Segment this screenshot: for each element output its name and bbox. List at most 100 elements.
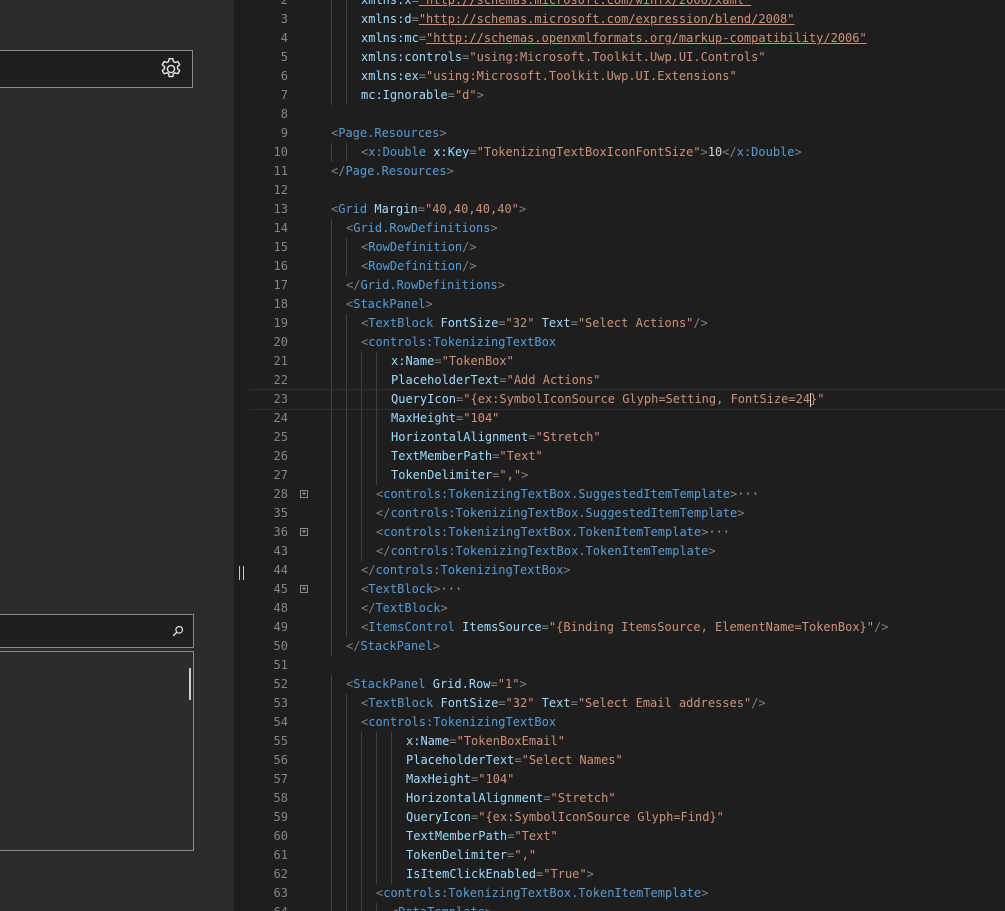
code-line[interactable]: 52 <StackPanel Grid.Row="1"> — [250, 675, 1005, 694]
code-line[interactable]: 17 </Grid.RowDefinitions> — [250, 276, 1005, 295]
code-text: <controls:TokenizingTextBox.TokenItemTem… — [376, 523, 730, 542]
indent-guide — [361, 542, 362, 561]
code-line[interactable]: 28 + <controls:TokenizingTextBox.Suggested… — [250, 485, 1005, 504]
indent-guide — [361, 865, 362, 884]
indent-guide — [331, 694, 332, 713]
line-number: 50 — [273, 639, 288, 653]
code-token-attr: HorizontalAlignment — [406, 791, 544, 805]
code-line[interactable]: 64 <DataTemplate> — [250, 903, 1005, 911]
code-line[interactable]: 56 PlaceholderText="Select Names" — [250, 751, 1005, 770]
code-token-bracket: = — [469, 145, 477, 159]
code-line[interactable]: 55 x:Name="TokenBoxEmail" — [250, 732, 1005, 751]
code-line[interactable]: 51 — [250, 656, 1005, 675]
code-line[interactable]: 61 TokenDelimiter="," — [250, 846, 1005, 865]
code-line[interactable]: 35 </controls:TokenizingTextBox.Suggested… — [250, 504, 1005, 523]
code-line[interactable]: 24 MaxHeight="104" — [250, 409, 1005, 428]
splitter-grip-icon[interactable] — [239, 566, 244, 580]
code-line[interactable]: 60 TextMemberPath="Text" — [250, 827, 1005, 846]
indent-guide — [361, 808, 362, 827]
code-line[interactable]: 3 xmlns:d="http://schemas.microsoft.com/e… — [250, 10, 1005, 29]
code-line[interactable]: 15 <RowDefinition/> — [250, 238, 1005, 257]
code-text: <Page.Resources> — [331, 124, 447, 143]
code-token-val: "32" — [505, 696, 535, 710]
suggestion-scrollbar[interactable] — [189, 668, 191, 700]
actions-tokenizing-textbox[interactable] — [0, 50, 193, 88]
line-number: 54 — [273, 715, 288, 729]
code-line[interactable]: 49 <ItemsControl ItemsSource="{Binding It… — [250, 618, 1005, 637]
indent-guide — [346, 428, 347, 447]
settings-icon[interactable] — [158, 56, 184, 82]
code-line[interactable]: 14 <Grid.RowDefinitions> — [250, 219, 1005, 238]
code-line[interactable]: 13 <Grid Margin="40,40,40,40"> — [250, 200, 1005, 219]
code-line[interactable]: 44 </controls:TokenizingTextBox> — [250, 561, 1005, 580]
code-line[interactable]: 36 + <controls:TokenizingTextBox.TokenItem… — [250, 523, 1005, 542]
code-line[interactable]: 5 xmlns:controls="using:Microsoft.Toolkit… — [250, 48, 1005, 67]
code-line[interactable]: 45 + <TextBlock>··· — [250, 580, 1005, 599]
code-token-tag: controls:TokenizingTextBox — [368, 715, 557, 729]
indent-guide — [331, 770, 332, 789]
code-text: PlaceholderText="Add Actions" — [391, 371, 601, 390]
email-tokenizing-textbox[interactable] — [0, 614, 194, 648]
indent-guide — [346, 903, 347, 911]
code-line[interactable]: 48 </TextBlock> — [250, 599, 1005, 618]
code-line[interactable]: 2 xmlns:x="http://schemas.microsoft.com/w… — [250, 0, 1005, 10]
code-token-attr: IsItemClickEnabled — [406, 867, 537, 881]
code-line[interactable]: 54 <controls:TokenizingTextBox — [250, 713, 1005, 732]
expand-fold-icon[interactable]: + — [300, 490, 308, 498]
code-line[interactable]: 26 TextMemberPath="Text" — [250, 447, 1005, 466]
code-line[interactable]: 4 xmlns:mc="http://schemas.openxmlformats… — [250, 29, 1005, 48]
indent-guide — [376, 428, 377, 447]
code-line[interactable]: 25 HorizontalAlignment="Stretch" — [250, 428, 1005, 447]
code-token-tag: x:Double — [368, 145, 427, 159]
suggestion-list[interactable] — [0, 651, 194, 851]
line-number: 43 — [273, 544, 288, 558]
code-line[interactable]: 20 <controls:TokenizingTextBox — [250, 333, 1005, 352]
code-token-bracket: /> — [874, 620, 889, 634]
code-line[interactable]: 58 HorizontalAlignment="Stretch" — [250, 789, 1005, 808]
code-line[interactable]: 53 <TextBlock FontSize="32" Text="Select … — [250, 694, 1005, 713]
code-line[interactable]: 43 </controls:TokenizingTextBox.TokenItem… — [250, 542, 1005, 561]
code-line[interactable]: 21 x:Name="TokenBox" — [250, 352, 1005, 371]
code-token-attr: Text — [541, 696, 571, 710]
code-line[interactable]: 63 <controls:TokenizingTextBox.TokenItemT… — [250, 884, 1005, 903]
code-token-bracket: > — [497, 278, 505, 292]
code-line[interactable]: 22 PlaceholderText="Add Actions" — [250, 371, 1005, 390]
code-line[interactable]: 23 QueryIcon="{ex:SymbolIconSource Glyph=… — [250, 389, 1005, 410]
indent-guide — [361, 846, 362, 865]
code-line[interactable]: 9 <Page.Resources> — [250, 124, 1005, 143]
code-line[interactable]: 16 <RowDefinition/> — [250, 257, 1005, 276]
pane-splitter[interactable] — [234, 0, 250, 911]
code-text: HorizontalAlignment="Stretch" — [406, 789, 616, 808]
code-line[interactable]: 50 </StackPanel> — [250, 637, 1005, 656]
code-line[interactable]: 62 IsItemClickEnabled="True"> — [250, 865, 1005, 884]
line-number: 35 — [273, 506, 288, 520]
xaml-code-editor[interactable]: 2 xmlns:x="http://schemas.microsoft.com/w… — [250, 0, 1005, 911]
code-text: </controls:TokenizingTextBox> — [361, 561, 571, 580]
code-line[interactable]: 27 TokenDelimiter=","> — [250, 466, 1005, 485]
code-line[interactable]: 19 <TextBlock FontSize="32" Text="Select … — [250, 314, 1005, 333]
code-line[interactable]: 7 mc:Ignorable="d"> — [250, 86, 1005, 105]
code-token-val: "," — [514, 848, 537, 862]
code-token-tag: RowDefinition — [368, 259, 463, 273]
code-line[interactable]: 6 xmlns:ex="using:Microsoft.Toolkit.Uwp.U… — [250, 67, 1005, 86]
indent-guide — [361, 789, 362, 808]
expand-fold-icon[interactable]: + — [300, 585, 308, 593]
indent-guide — [346, 29, 347, 48]
expand-fold-icon[interactable]: + — [300, 528, 308, 536]
code-line[interactable]: 18 <StackPanel> — [250, 295, 1005, 314]
indent-guide — [346, 409, 347, 428]
line-number: 48 — [273, 601, 288, 615]
code-line[interactable]: 59 QueryIcon="{ex:SymbolIconSource Glyph=… — [250, 808, 1005, 827]
code-line[interactable]: 8 — [250, 105, 1005, 124]
code-line[interactable]: 11 </Page.Resources> — [250, 162, 1005, 181]
code-token-tag: TextBlock — [375, 601, 441, 615]
search-icon[interactable] — [172, 625, 184, 637]
code-token-bracket: > — [439, 126, 447, 140]
indent-guide — [331, 713, 332, 732]
code-line[interactable]: 57 MaxHeight="104" — [250, 770, 1005, 789]
code-token-bracket: > — [586, 867, 594, 881]
code-line[interactable]: 12 — [250, 181, 1005, 200]
code-line[interactable]: 10 <x:Double x:Key="TokenizingTextBoxIcon… — [250, 143, 1005, 162]
